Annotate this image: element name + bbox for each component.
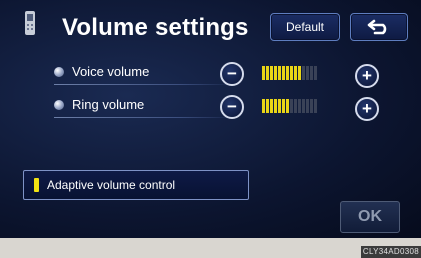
ok-button-label: OK <box>358 208 382 225</box>
ring-volume-label: Ring volume <box>72 97 145 112</box>
meter-segment <box>314 66 317 80</box>
meter-segment <box>290 99 293 113</box>
meter-segment <box>306 99 309 113</box>
meter-segment <box>294 99 297 113</box>
default-button-label: Default <box>285 20 325 34</box>
meter-segment <box>282 66 285 80</box>
return-arrow-icon <box>367 19 387 35</box>
ring-volume-meter <box>262 99 317 113</box>
voice-volume-label: Voice volume <box>72 64 150 79</box>
meter-segment <box>266 99 269 113</box>
meter-segment <box>306 66 309 80</box>
meter-segment <box>266 66 269 80</box>
meter-segment <box>262 66 265 80</box>
meter-segment <box>298 66 301 80</box>
meter-segment <box>310 66 313 80</box>
voice-volume-divider <box>54 84 234 85</box>
default-button[interactable]: Default <box>270 13 340 41</box>
meter-segment <box>290 66 293 80</box>
meter-segment <box>298 99 301 113</box>
adaptive-volume-control-label: Adaptive volume control <box>47 178 176 192</box>
voice-volume-row: Voice volume <box>54 64 149 79</box>
ring-volume-increase-button[interactable]: + <box>355 97 379 121</box>
volume-settings-screen: Volume settings Default Voice volume − +… <box>0 0 421 238</box>
phone-handset-icon <box>25 11 35 35</box>
meter-segment <box>282 99 285 113</box>
meter-segment <box>294 66 297 80</box>
meter-segment <box>310 99 313 113</box>
voice-volume-meter <box>262 66 317 80</box>
meter-segment <box>274 66 277 80</box>
ring-volume-decrease-button[interactable]: − <box>220 95 244 119</box>
meter-segment <box>314 99 317 113</box>
bullet-icon <box>54 66 64 77</box>
adaptive-volume-control-button[interactable]: Adaptive volume control <box>23 170 249 200</box>
voice-volume-increase-button[interactable]: + <box>355 64 379 88</box>
meter-segment <box>270 99 273 113</box>
page-title: Volume settings <box>62 14 249 41</box>
bullet-icon <box>54 99 64 110</box>
meter-segment <box>302 99 305 113</box>
meter-segment <box>302 66 305 80</box>
meter-segment <box>286 66 289 80</box>
meter-segment <box>278 99 281 113</box>
back-button[interactable] <box>350 13 408 41</box>
meter-segment <box>278 66 281 80</box>
meter-segment <box>270 66 273 80</box>
adaptive-indicator <box>34 178 39 192</box>
meter-segment <box>274 99 277 113</box>
meter-segment <box>262 99 265 113</box>
ring-volume-row: Ring volume <box>54 97 144 112</box>
bottom-strip <box>0 238 421 258</box>
image-code-label: CLY34AD0308 <box>360 246 421 258</box>
meter-segment <box>286 99 289 113</box>
voice-volume-decrease-button[interactable]: − <box>220 62 244 86</box>
ok-button[interactable]: OK <box>340 201 400 233</box>
ring-volume-divider <box>54 117 234 118</box>
